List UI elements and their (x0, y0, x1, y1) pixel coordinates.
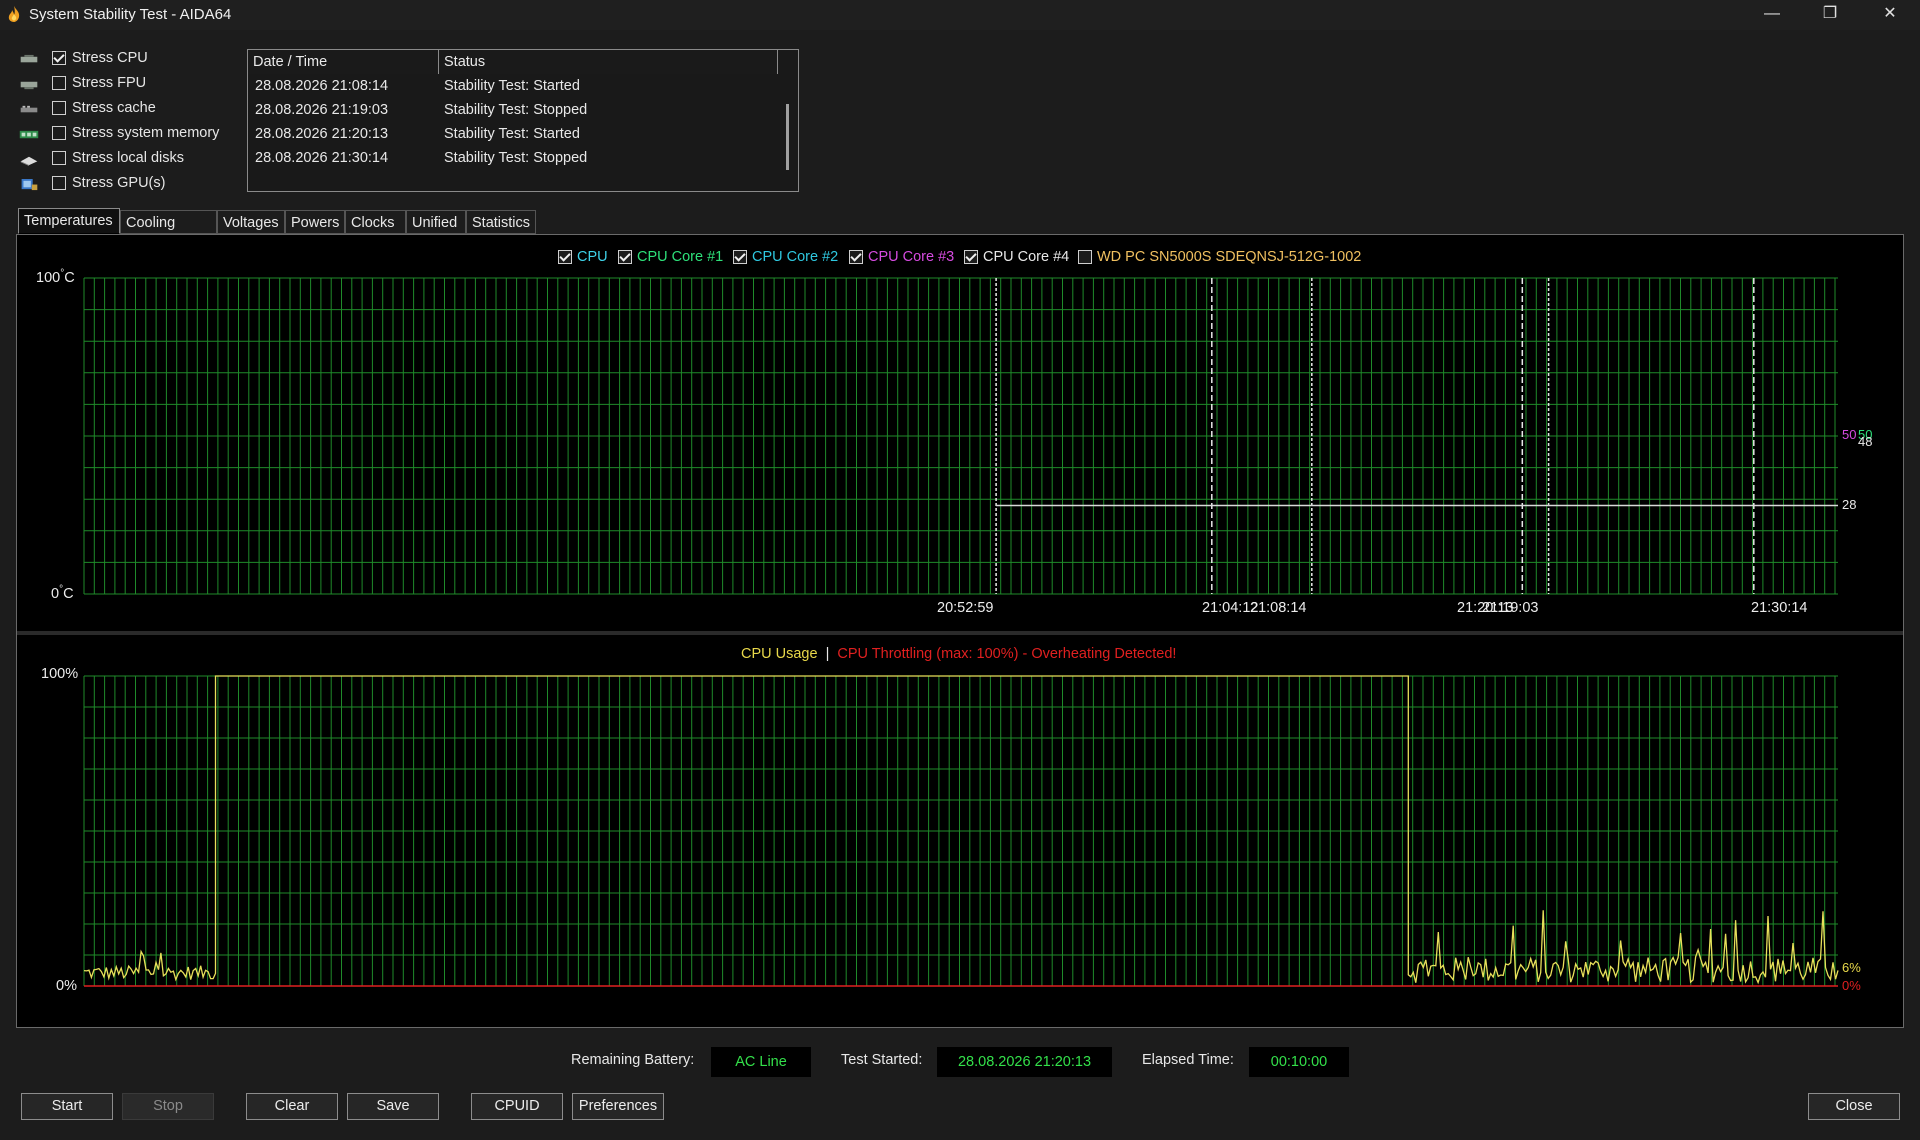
legend-item-cpu-core-2[interactable]: CPU Core #2 (733, 248, 843, 268)
legend-item-cpu-core-3[interactable]: CPU Core #3 (849, 248, 959, 268)
legend-label: CPU (577, 249, 608, 265)
legend-checkbox[interactable] (618, 250, 632, 264)
battery-label: Remaining Battery: (571, 1052, 695, 1068)
temp-xtick-label: 21:19:03 (1482, 600, 1539, 616)
temp-ytick-bottom: 0°C (51, 584, 74, 602)
temp-xtick-label: 20:52:59 (937, 600, 994, 616)
cpuid-button[interactable]: CPUID (471, 1093, 563, 1120)
charts-canvas (17, 277, 1903, 987)
legend-label: CPU Core #2 (752, 249, 839, 265)
temp-ytick-top: 100°C (36, 268, 75, 286)
legend-item-cpu-core-4[interactable]: CPU Core #4 (964, 248, 1072, 268)
end-value-throttle: 0% (1842, 978, 1861, 993)
legend-label: WD PC SN5000S SDEQNSJ-512G-1002 (1097, 249, 1362, 265)
legend-item-wd-pc-sn5000s-sdeqnsj-512g-1002[interactable]: WD PC SN5000S SDEQNSJ-512G-1002 (1078, 248, 1362, 268)
legend-cpu-usage: CPU Usage (741, 646, 818, 662)
elapsed-time-label: Elapsed Time: (1142, 1052, 1234, 1068)
elapsed-time-value: 00:10:00 (1249, 1047, 1349, 1077)
legend-item-cpu[interactable]: CPU (558, 248, 613, 268)
save-button[interactable]: Save (347, 1093, 439, 1120)
end-value-disk: 28 (1842, 497, 1857, 512)
stop-button[interactable]: Stop (122, 1093, 214, 1120)
close-button[interactable]: Close (1808, 1093, 1900, 1120)
start-button[interactable]: Start (21, 1093, 113, 1120)
end-value-core1: 48 (1858, 434, 1873, 449)
series-line-cpu-usage (83, 675, 1839, 985)
legend-checkbox[interactable] (1078, 250, 1092, 264)
battery-value: AC Line (711, 1047, 811, 1077)
legend-checkbox[interactable] (558, 250, 572, 264)
legend-checkbox[interactable] (733, 250, 747, 264)
clear-button[interactable]: Clear (246, 1093, 338, 1120)
usage-legend: CPU Usage | CPU Throttling (max: 100%) -… (741, 646, 1176, 666)
end-value-usage: 6% (1842, 960, 1861, 975)
temp-xtick-label: 21:08:14 (1250, 600, 1307, 616)
legend-cpu-throttling: CPU Throttling (max: 100%) - Overheating… (837, 646, 1177, 662)
end-value-cpu: 50 (1842, 427, 1857, 442)
legend-item-cpu-core-1[interactable]: CPU Core #1 (618, 248, 728, 268)
temp-xtick-label: 21:30:14 (1751, 600, 1808, 616)
legend-label: CPU Core #4 (983, 249, 1070, 265)
legend-checkbox[interactable] (964, 250, 978, 264)
legend-label: CPU Core #3 (868, 249, 955, 265)
usage-ytick-top: 100% (41, 666, 79, 682)
legend-separator: | (825, 646, 830, 662)
test-started-label: Test Started: (841, 1052, 923, 1068)
chart-divider (17, 631, 1903, 635)
preferences-button[interactable]: Preferences (572, 1093, 664, 1120)
legend-label: CPU Core #1 (637, 249, 724, 265)
test-started-value: 28.08.2026 21:20:13 (937, 1047, 1112, 1077)
usage-ytick-bottom: 0% (56, 978, 77, 994)
legend-checkbox[interactable] (849, 250, 863, 264)
